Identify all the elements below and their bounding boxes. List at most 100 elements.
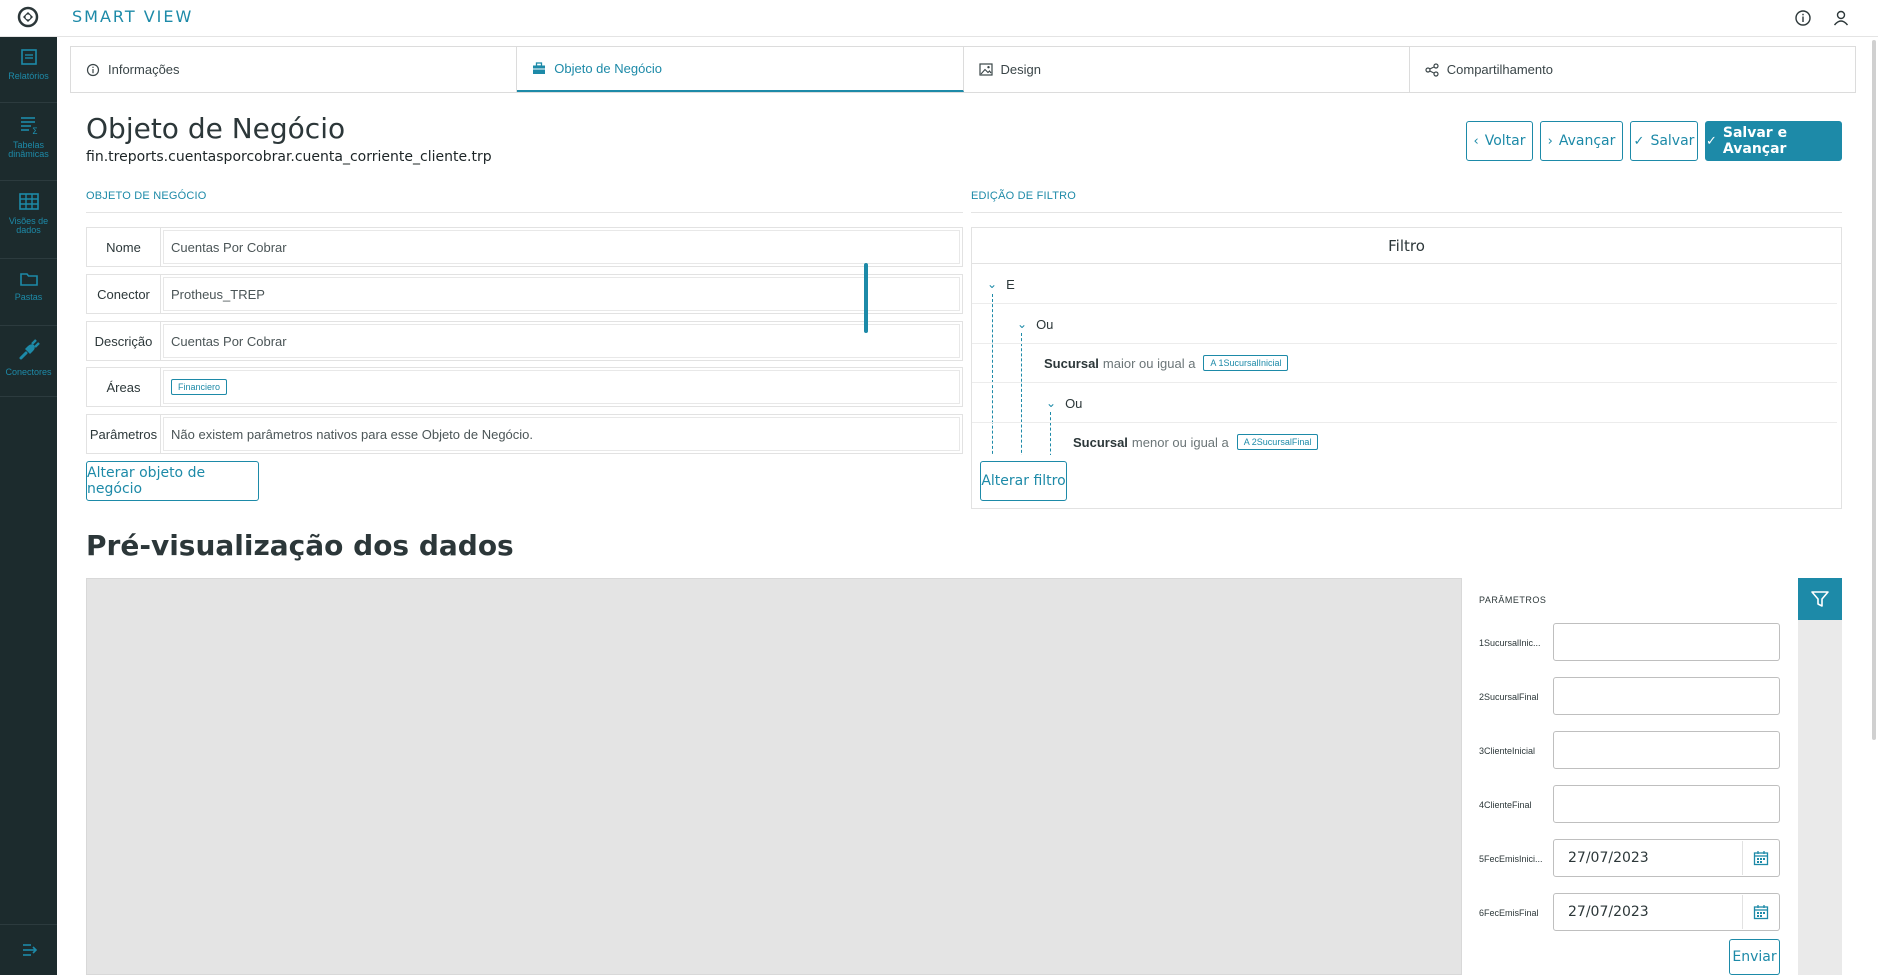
report-icon	[20, 49, 37, 65]
send-button[interactable]: Enviar	[1729, 939, 1780, 975]
next-button[interactable]: › Avançar	[1540, 121, 1623, 161]
sidebar-item-conectores[interactable]: Conectores	[0, 327, 57, 397]
condition-operator: maior ou igual a	[1102, 355, 1196, 371]
change-filter-button[interactable]: Alterar filtro	[980, 461, 1067, 501]
back-button-label: Voltar	[1484, 133, 1526, 149]
tree-condition[interactable]: Sucursal maior ou igual a A 1SucursalIni…	[972, 344, 1837, 383]
section-divider	[971, 212, 1842, 213]
param-date-input-6[interactable]: 27/07/2023	[1553, 893, 1780, 931]
pivot-table-icon: Σ	[20, 117, 38, 135]
folder-icon	[19, 273, 38, 286]
chevron-left-icon: ‹	[1473, 133, 1479, 149]
param-label: 3ClienteInicial	[1479, 746, 1536, 756]
page-subtitle: fin.treports.cuentasporcobrar.cuenta_cor…	[86, 149, 492, 165]
condition-param-label: 2SucursalFinal	[1251, 437, 1312, 447]
save-and-next-button-label: Salvar e Avançar	[1722, 125, 1788, 157]
parameters-label: PARÂMETROS	[1479, 595, 1547, 605]
tree-node-or[interactable]: ⌄ Ou	[972, 305, 1837, 344]
sidebar-item-visoes-de-dados[interactable]: Visões de dados	[0, 182, 57, 259]
save-button[interactable]: ✓ Salvar	[1630, 121, 1698, 161]
section-divider	[86, 212, 963, 213]
back-button[interactable]: ‹ Voltar	[1466, 121, 1533, 161]
funnel-icon	[1811, 591, 1829, 607]
chevron-right-icon: ›	[1547, 133, 1553, 149]
form-row-parametros: Parâmetros Não existem parâmetros nativo…	[86, 414, 963, 454]
tree-node-label: E	[1006, 276, 1015, 292]
tree-node-or[interactable]: ⌄ Ou	[972, 384, 1837, 423]
sidebar-item-tabelas-dinamicas[interactable]: Σ Tabelas dinâmicas	[0, 104, 57, 181]
form-value: Cuentas Por Cobrar	[163, 324, 960, 358]
user-icon[interactable]	[1831, 8, 1851, 28]
image-icon	[978, 63, 993, 76]
param-input-4[interactable]	[1553, 785, 1780, 823]
tab-design[interactable]: Design	[964, 47, 1410, 92]
tab-label: Design	[1000, 62, 1041, 77]
tab-label: Objeto de Negócio	[554, 61, 662, 76]
preview-area	[86, 578, 1462, 975]
tab-compartilhamento[interactable]: Compartilhamento	[1410, 47, 1855, 92]
share-icon	[1425, 62, 1439, 77]
form-key: Parâmetros	[87, 415, 161, 453]
tab-objeto-de-negocio[interactable]: Objeto de Negócio	[517, 47, 964, 92]
param-input-3[interactable]	[1553, 731, 1780, 769]
tab-informacoes[interactable]: Informações	[71, 47, 518, 92]
form-key: Áreas	[87, 368, 161, 406]
parameter-icon: A	[1210, 358, 1216, 368]
form-value: Não existem parâmetros nativos para esse…	[163, 417, 960, 451]
chevron-down-icon[interactable]: ⌄	[1046, 396, 1056, 410]
sidebar-collapse-button[interactable]	[0, 924, 57, 975]
info-icon	[86, 63, 100, 76]
sidebar-item-pastas[interactable]: Pastas	[0, 260, 57, 326]
param-input-1[interactable]	[1553, 623, 1780, 661]
form-row-nome: Nome Cuentas Por Cobrar	[86, 227, 963, 267]
param-date-input-5[interactable]: 27/07/2023	[1553, 839, 1780, 877]
chevron-down-icon[interactable]: ⌄	[987, 277, 997, 291]
calendar-icon[interactable]	[1742, 841, 1778, 875]
form-key: Nome	[87, 228, 161, 266]
page-scrollbar-thumb[interactable]	[1872, 40, 1876, 740]
filter-toggle-button[interactable]	[1798, 578, 1842, 620]
filter-section-label: EDIÇÃO DE FILTRO	[971, 190, 1077, 202]
form-value: Protheus_TREP	[163, 277, 960, 311]
app-logo-icon[interactable]	[17, 6, 39, 28]
tree-condition[interactable]: Sucursal menor ou igual a A 2SucursalFin…	[972, 423, 1837, 455]
top-bar: SMART VIEW	[0, 0, 1878, 37]
filter-tree-scrollbar[interactable]	[864, 263, 868, 333]
param-label: 6FecEmisFinal	[1479, 908, 1539, 918]
collapse-menu-icon	[23, 944, 38, 956]
sidebar-item-relatorios[interactable]: Relatórios	[0, 37, 57, 103]
condition-param-tag: A 2SucursalFinal	[1236, 434, 1319, 450]
area-tag: Financiero	[171, 379, 228, 395]
sidebar-item-label: Conectores	[5, 367, 52, 377]
param-label: 1SucursalInic...	[1479, 638, 1541, 648]
condition-field: Sucursal	[1044, 355, 1099, 371]
save-and-next-button[interactable]: ✓ Salvar e Avançar	[1705, 121, 1842, 161]
calendar-icon[interactable]	[1742, 895, 1778, 929]
sidebar-item-label: Visões de dados	[8, 216, 49, 235]
business-object-section-label: OBJETO DE NEGÓCIO	[86, 190, 207, 202]
tab-label: Compartilhamento	[1446, 62, 1553, 77]
plug-icon	[19, 339, 40, 360]
date-value: 27/07/2023	[1568, 850, 1649, 866]
param-input-2[interactable]	[1553, 677, 1780, 715]
condition-operator: menor ou igual a	[1131, 434, 1229, 450]
filter-header: Filtro	[972, 228, 1841, 264]
form-value: Financiero	[163, 370, 960, 404]
sidebar-item-label: Pastas	[14, 292, 43, 302]
form-key: Descrição	[87, 322, 161, 360]
change-business-object-button[interactable]: Alterar objeto de negócio	[86, 461, 259, 501]
check-icon: ✓	[1633, 133, 1645, 149]
info-icon[interactable]	[1793, 8, 1813, 28]
tree-node-label: Ou	[1065, 395, 1083, 411]
form-row-descricao: Descrição Cuentas Por Cobrar	[86, 321, 963, 361]
sidebar-item-label: Tabelas dinâmicas	[8, 140, 49, 159]
page-title: Objeto de Negócio	[86, 112, 346, 145]
parameters-sidebar	[1798, 578, 1842, 975]
filter-panel: Filtro ⌄ E ⌄ Ou Sucursal maior ou igual …	[971, 227, 1842, 509]
filter-tree: ⌄ E ⌄ Ou Sucursal maior ou igual a A 1Su…	[972, 265, 1837, 455]
date-value: 27/07/2023	[1568, 904, 1649, 920]
chevron-down-icon[interactable]: ⌄	[1017, 317, 1027, 331]
param-label: 5FecEmisInici...	[1479, 854, 1543, 864]
tab-label: Informações	[108, 62, 180, 77]
tree-node-and[interactable]: ⌄ E	[972, 265, 1837, 304]
